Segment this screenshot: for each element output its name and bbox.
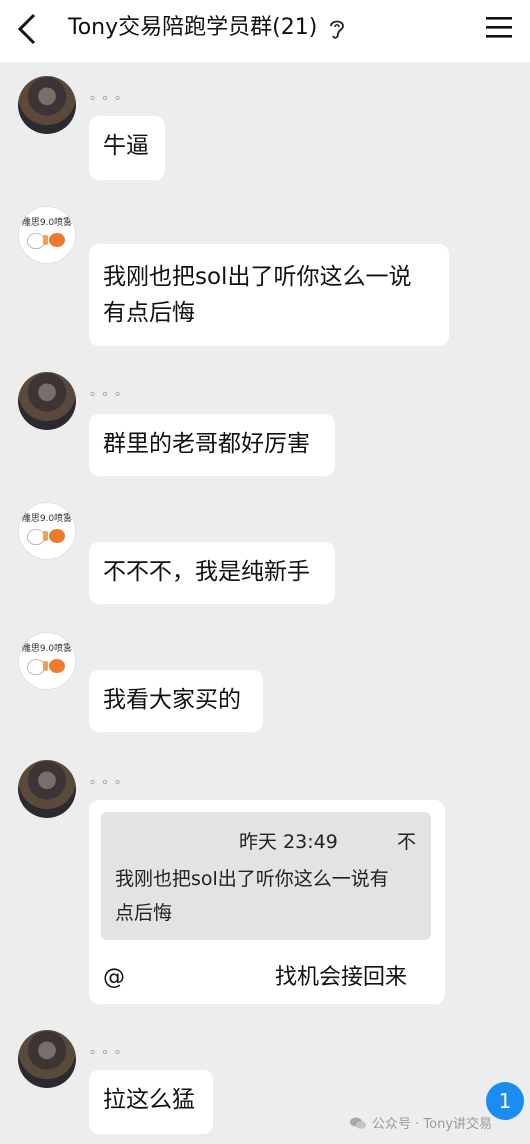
avatar[interactable]: 雕思9.0喷雾 [18,632,76,690]
avatar[interactable] [18,1030,76,1088]
message-bubble[interactable]: 群里的老哥都好厉害 [89,414,335,476]
avatar[interactable]: 雕思9.0喷雾 [18,206,76,264]
quote-timestamp: 昨天 23:49 [239,831,338,853]
avatar-sticker-label: 雕思9.0喷雾 [21,218,73,228]
message-line: 我刚也把sol出了听你这么一说 [103,264,412,290]
menu-icon[interactable] [486,15,512,39]
message-bubble[interactable]: 我刚也把sol出了听你这么一说 有点后悔 [89,244,449,346]
back-chevron-icon[interactable] [14,12,42,46]
message-bubble[interactable]: 不不不，我是纯新手 [89,542,335,604]
reply-text: 找机会接回来 [275,965,408,990]
quote-pin-icon[interactable]: 不 [397,824,416,860]
mention-at: @ [103,965,125,990]
sticker-face-icon [49,529,65,543]
quoted-message[interactable]: 昨天 23:49 不 我刚也把sol出了听你这么一说有 点后悔 [101,812,431,940]
avatar[interactable] [18,76,76,134]
sender-nickname: 。。。 [90,1042,135,1057]
sticker-hand-icon [43,661,48,671]
avatar[interactable] [18,760,76,818]
quote-line: 我刚也把sol出了听你这么一说有 [115,868,389,890]
sender-nickname: 。。。 [90,772,135,787]
avatar[interactable] [18,372,76,430]
sticker-face-icon [49,233,65,247]
sender-nickname: 。。。 [90,88,135,103]
avatar-sticker-label: 雕思9.0喷雾 [21,514,73,524]
chat-title: Tony交易陪跑学员群(21) [68,15,318,40]
ear-icon[interactable] [327,17,347,41]
watermark-text: 公众号 · Tony讲交易 [372,1117,493,1132]
message-bubble[interactable]: 昨天 23:49 不 我刚也把sol出了听你这么一说有 点后悔 @ 找机会接回来 [89,800,445,1004]
chat-header: Tony交易陪跑学员群(21) [0,0,530,62]
watermark: 公众号 · Tony讲交易 [350,1113,492,1132]
sticker-face-icon [49,659,65,673]
quote-line: 点后悔 [115,902,173,924]
sender-nickname: 。。。 [90,384,135,399]
message-bubble[interactable]: 牛逼 [89,116,165,180]
sticker-hand-icon [43,235,48,245]
avatar[interactable]: 雕思9.0喷雾 [18,502,76,560]
sticker-hand-icon [43,531,48,541]
message-bubble[interactable]: 拉这么猛 [89,1070,213,1134]
wechat-icon [350,1117,366,1129]
message-bubble[interactable]: 我看大家买的 [89,670,263,732]
message-line: 有点后悔 [103,300,195,326]
quote-text: 我刚也把sol出了听你这么一说有 点后悔 [115,862,415,930]
avatar-sticker-label: 雕思9.0喷雾 [21,644,73,654]
